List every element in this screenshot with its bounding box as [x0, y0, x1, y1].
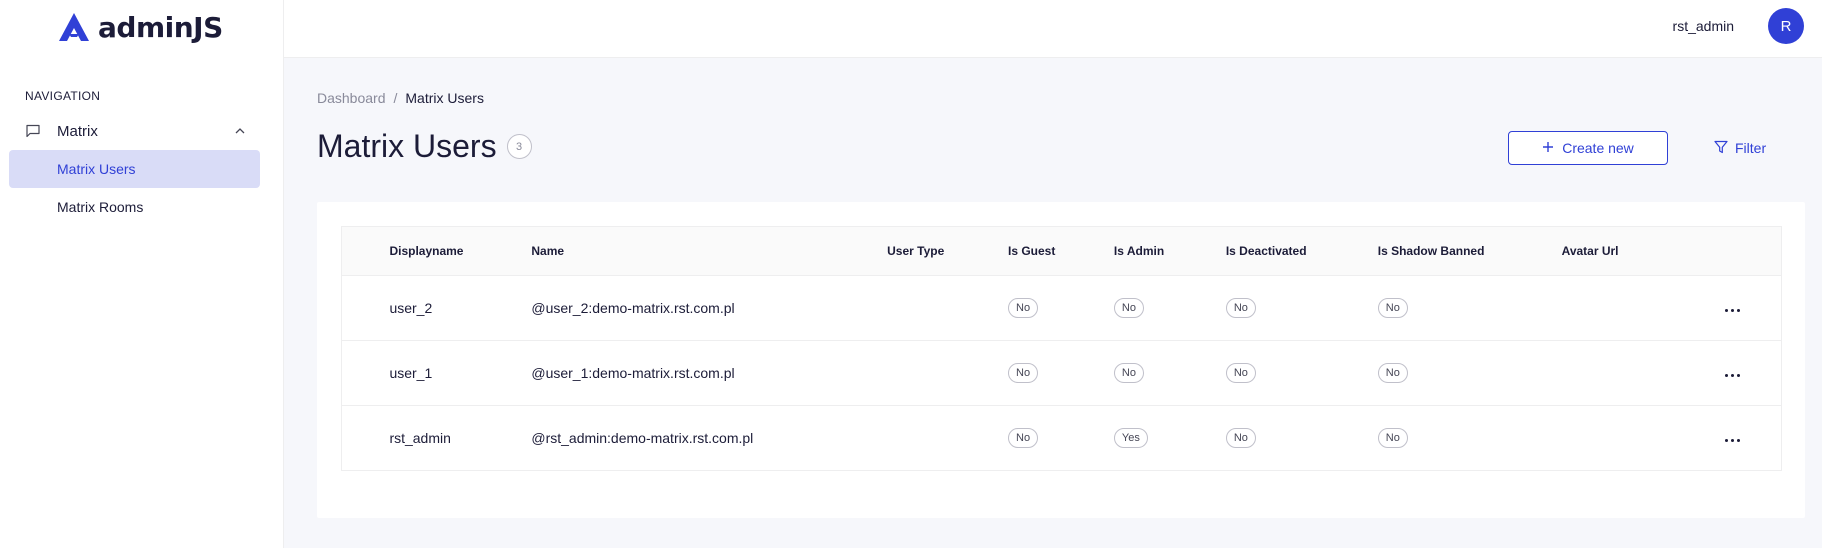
more-actions-icon[interactable] — [1721, 303, 1744, 318]
create-new-label: Create new — [1562, 140, 1634, 156]
select-column-header — [341, 226, 390, 276]
chevron-up-icon[interactable] — [233, 124, 247, 138]
status-badge: No — [1113, 298, 1144, 318]
status-badge: No — [1008, 428, 1039, 448]
avatar-url-cell — [1561, 275, 1722, 341]
avatar-initial: R — [1780, 17, 1792, 35]
message-icon — [25, 123, 41, 139]
filter-label: Filter — [1735, 140, 1767, 156]
current-username[interactable]: rst_admin — [1673, 18, 1734, 34]
nav-group-label: Matrix — [57, 122, 98, 140]
sidebar-item-matrix-rooms[interactable]: Matrix Rooms — [9, 188, 260, 226]
row-actions-cell — [1721, 275, 1782, 341]
status-badge: No — [1377, 298, 1408, 318]
nav-heading: NAVIGATION — [25, 89, 101, 103]
sidebar: adminJS NAVIGATION Matrix Matrix Users M… — [0, 0, 284, 548]
filter-button[interactable]: Filter — [1714, 131, 1766, 165]
status-badge: No — [1377, 428, 1408, 448]
is-admin-cell: No — [1113, 275, 1226, 341]
is-deactivated-cell: No — [1225, 340, 1378, 406]
row-select-cell — [341, 405, 390, 471]
adminjs-logo-icon — [59, 13, 89, 41]
is-guest-cell: No — [1008, 405, 1114, 471]
name-cell: @user_1:demo-matrix.rst.com.pl — [531, 340, 888, 406]
page-title-text: Matrix Users — [317, 128, 497, 164]
records-card: Displayname Name User Type Is Guest Is A… — [317, 202, 1805, 518]
logo[interactable]: adminJS — [58, 10, 223, 44]
column-header-is-shadow-banned[interactable]: Is Shadow Banned — [1377, 226, 1562, 276]
is-guest-cell: No — [1008, 340, 1114, 406]
page-title: Matrix Users 3 — [317, 128, 532, 165]
logo-text: adminJS — [98, 10, 223, 44]
avatar[interactable]: R — [1768, 8, 1804, 44]
is-shadow-banned-cell: No — [1377, 275, 1562, 341]
column-header-is-admin[interactable]: Is Admin — [1113, 226, 1226, 276]
status-badge: No — [1113, 363, 1144, 383]
table-header-row: Displayname Name User Type Is Guest Is A… — [341, 226, 1782, 276]
table-row[interactable]: user_2 @user_2:demo-matrix.rst.com.pl No… — [341, 275, 1782, 341]
column-header-is-guest[interactable]: Is Guest — [1008, 226, 1114, 276]
breadcrumb-separator: / — [393, 90, 398, 106]
row-actions-cell — [1721, 405, 1782, 471]
sidebar-item-label: Matrix Users — [57, 161, 136, 177]
breadcrumb-dashboard[interactable]: Dashboard — [317, 90, 386, 106]
row-actions-cell — [1721, 340, 1782, 406]
name-cell: @user_2:demo-matrix.rst.com.pl — [531, 275, 888, 341]
record-count-badge: 3 — [506, 134, 532, 159]
status-badge: Yes — [1113, 428, 1148, 448]
user-type-cell — [887, 275, 1008, 341]
more-actions-icon[interactable] — [1721, 433, 1744, 448]
breadcrumb: Dashboard / Matrix Users — [317, 90, 484, 106]
status-badge: No — [1225, 363, 1256, 383]
avatar-url-cell — [1561, 340, 1722, 406]
status-badge: No — [1225, 428, 1256, 448]
column-header-is-deactivated[interactable]: Is Deactivated — [1225, 226, 1378, 276]
table-row[interactable]: rst_admin @rst_admin:demo-matrix.rst.com… — [341, 405, 1782, 471]
name-cell: @rst_admin:demo-matrix.rst.com.pl — [531, 405, 888, 471]
breadcrumb-current: Matrix Users — [405, 90, 484, 106]
plus-icon — [1542, 140, 1554, 156]
is-admin-cell: No — [1113, 340, 1226, 406]
is-shadow-banned-cell: No — [1377, 405, 1562, 471]
row-select-cell — [341, 340, 390, 406]
column-header-name[interactable]: Name — [531, 226, 888, 276]
more-actions-icon[interactable] — [1721, 368, 1744, 383]
nav-group-matrix[interactable]: Matrix — [25, 120, 247, 142]
is-guest-cell: No — [1008, 275, 1114, 341]
column-header-displayname[interactable]: Displayname — [389, 226, 532, 276]
avatar-url-cell — [1561, 405, 1722, 471]
sidebar-item-matrix-users[interactable]: Matrix Users — [9, 150, 260, 188]
sidebar-item-label: Matrix Rooms — [57, 199, 144, 215]
create-new-button[interactable]: Create new — [1508, 131, 1668, 165]
column-header-avatar-url[interactable]: Avatar Url — [1561, 226, 1722, 276]
column-header-user-type[interactable]: User Type — [887, 226, 1008, 276]
actions-column-header — [1721, 226, 1782, 276]
status-badge: No — [1008, 363, 1039, 383]
user-type-cell — [887, 340, 1008, 406]
filter-icon — [1714, 140, 1728, 157]
displayname-cell: user_2 — [389, 275, 532, 341]
displayname-cell: rst_admin — [389, 405, 532, 471]
status-badge: No — [1008, 298, 1039, 318]
is-admin-cell: Yes — [1113, 405, 1226, 471]
table-row[interactable]: user_1 @user_1:demo-matrix.rst.com.pl No… — [341, 340, 1782, 406]
users-table: Displayname Name User Type Is Guest Is A… — [341, 226, 1782, 471]
displayname-cell: user_1 — [389, 340, 532, 406]
topbar: rst_admin R — [284, 0, 1822, 58]
user-type-cell — [887, 405, 1008, 471]
is-deactivated-cell: No — [1225, 405, 1378, 471]
row-select-cell — [341, 275, 390, 341]
status-badge: No — [1377, 363, 1408, 383]
is-shadow-banned-cell: No — [1377, 340, 1562, 406]
status-badge: No — [1225, 298, 1256, 318]
is-deactivated-cell: No — [1225, 275, 1378, 341]
